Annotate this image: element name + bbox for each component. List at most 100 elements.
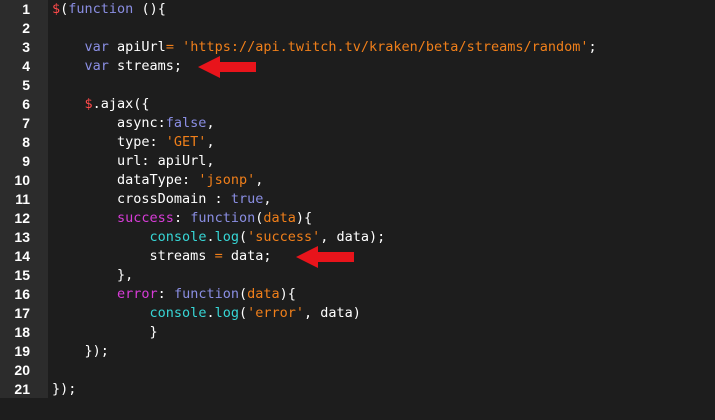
code-line: 20: [0, 361, 715, 380]
code-line: 2: [0, 19, 715, 38]
line-number: 6: [22, 96, 30, 112]
code-token: =: [165, 39, 174, 55]
code-token: ,: [255, 172, 264, 188]
line-number: 19: [14, 343, 30, 359]
code-text: streams = data;: [52, 247, 272, 266]
code-text: crossDomain : true,: [52, 190, 271, 209]
code-token: async:: [52, 115, 166, 131]
code-token: (: [238, 305, 248, 321]
code-token: 'jsonp': [198, 172, 256, 188]
code-token: function: [190, 210, 256, 226]
code-text: var streams;: [52, 57, 183, 76]
code-token: false: [165, 115, 207, 131]
code-line: 5: [0, 76, 715, 95]
code-token: 'https://api.twitch.tv/kraken/beta/strea…: [182, 39, 589, 55]
code-token: },: [52, 267, 134, 283]
line-number: 3: [22, 39, 30, 55]
code-line: 14 streams = data;: [0, 247, 715, 266]
code-token: , data): [304, 305, 361, 321]
line-number: 8: [22, 134, 30, 150]
code-token: .: [206, 229, 215, 245]
line-number: 9: [22, 153, 30, 169]
code-token: });: [52, 381, 77, 397]
code-text: success: function(data){: [52, 209, 312, 228]
code-token: data;: [222, 248, 272, 264]
code-token: console: [149, 229, 207, 245]
code-token: $: [52, 1, 61, 17]
code-line: 11 crossDomain : true,: [0, 190, 715, 209]
code-line: 15 },: [0, 266, 715, 285]
code-line: 7 async:false,: [0, 114, 715, 133]
line-number: 17: [14, 305, 30, 321]
code-text: dataType: 'jsonp',: [52, 171, 263, 190]
code-token: ){: [295, 210, 313, 226]
red-arrow-icon: [296, 246, 354, 268]
code-editor[interactable]: 1 $(function (){2 3 var apiUrl= 'https://a…: [0, 0, 715, 420]
code-token: function: [173, 286, 239, 302]
code-text: url: apiUrl,: [52, 152, 215, 171]
code-token: function: [68, 1, 134, 17]
code-token: (: [238, 286, 248, 302]
code-token: var: [84, 58, 109, 74]
code-token: apiUrl: [108, 39, 166, 55]
code-token: streams;: [108, 58, 183, 74]
line-number: 1: [22, 1, 30, 17]
code-token: console: [149, 305, 207, 321]
code-line: 10 dataType: 'jsonp',: [0, 171, 715, 190]
code-token: (: [238, 229, 248, 245]
code-token: ,: [206, 115, 215, 131]
code-token: ,: [206, 134, 215, 150]
code-text: console.log('success', data);: [52, 228, 386, 247]
code-token: dataType:: [52, 172, 199, 188]
code-line: 3 var apiUrl= 'https://api.twitch.tv/kra…: [0, 38, 715, 57]
code-token: .: [206, 305, 215, 321]
code-token: data: [247, 286, 280, 302]
code-token: :: [173, 210, 191, 226]
code-token: 'success': [247, 229, 321, 245]
code-token: success: [117, 210, 174, 226]
line-number: 13: [14, 229, 30, 245]
code-text: var apiUrl= 'https://api.twitch.tv/krake…: [52, 38, 597, 57]
code-token: data: [263, 210, 296, 226]
code-line: 6 $.ajax({: [0, 95, 715, 114]
line-number: 15: [14, 267, 30, 283]
code-token: error: [117, 286, 158, 302]
code-line: 19 });: [0, 342, 715, 361]
code-token: =: [214, 248, 223, 264]
code-token: url: apiUrl,: [52, 153, 215, 169]
code-text: console.log('error', data): [52, 304, 361, 323]
code-text: $(function (){: [52, 0, 166, 19]
code-token: type:: [52, 134, 166, 150]
code-text: async:false,: [52, 114, 215, 133]
line-number: 14: [14, 248, 30, 264]
code-line: 12 success: function(data){: [0, 209, 715, 228]
line-number: 11: [15, 191, 30, 207]
code-token: streams: [52, 248, 215, 264]
code-token: log: [214, 305, 239, 321]
code-token: ){: [279, 286, 296, 302]
code-token: true: [230, 191, 264, 207]
code-token: var: [84, 39, 109, 55]
code-text: });: [52, 342, 109, 361]
code-line: 8 type: 'GET',: [0, 133, 715, 152]
code-token: });: [52, 343, 109, 359]
code-text: type: 'GET',: [52, 133, 215, 152]
code-text: },: [52, 266, 133, 285]
code-token: $: [84, 96, 93, 112]
code-token: }: [52, 324, 158, 340]
line-number: 4: [22, 58, 30, 74]
red-arrow-icon: [198, 56, 256, 78]
code-token: ,: [263, 191, 272, 207]
code-text: $.ajax({: [52, 95, 150, 114]
line-number: 20: [14, 362, 30, 378]
line-number: 18: [14, 324, 30, 340]
code-line: 16 error: function(data){: [0, 285, 715, 304]
line-number: 12: [14, 210, 30, 226]
